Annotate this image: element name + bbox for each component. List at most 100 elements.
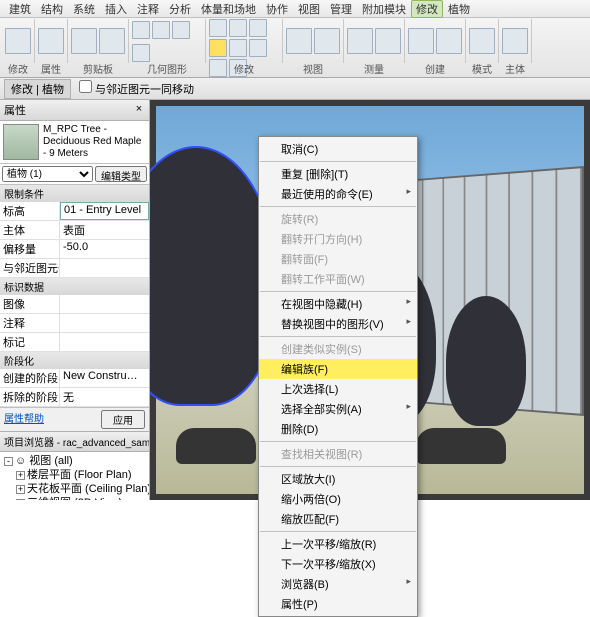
expand-icon[interactable]: +: [16, 471, 25, 480]
expand-icon[interactable]: -: [4, 457, 13, 466]
ribbon-icon[interactable]: [314, 28, 340, 54]
project-browser-tree[interactable]: -☺ 视图 (all)+楼层平面 (Floor Plan)+天花板平面 (Cei…: [0, 452, 149, 500]
expand-icon[interactable]: +: [16, 485, 25, 494]
ribbon-icon[interactable]: [249, 19, 267, 37]
checkbox[interactable]: [79, 80, 92, 93]
ribbon-icon[interactable]: [132, 44, 150, 62]
prop-value[interactable]: 01 - Entry Level: [60, 202, 149, 220]
context-menu-item[interactable]: 编辑族(F): [259, 359, 417, 379]
type-name: M_RPC Tree - Deciduous Red Maple - 9 Met…: [43, 124, 146, 160]
menu-插入[interactable]: 插入: [100, 1, 132, 17]
tree-node[interactable]: +楼层平面 (Floor Plan): [2, 468, 147, 482]
menu-体量和场地[interactable]: 体量和场地: [196, 1, 261, 17]
prop-value[interactable]: [60, 333, 149, 351]
prop-row[interactable]: 注释: [0, 314, 149, 333]
prop-row[interactable]: 图像: [0, 295, 149, 314]
ribbon-icon[interactable]: [5, 28, 31, 54]
ribbon-icon[interactable]: [209, 19, 227, 37]
ribbon-icon[interactable]: [375, 28, 401, 54]
prop-key: 图像: [0, 295, 60, 313]
ribbon-icon[interactable]: [229, 39, 247, 57]
context-menu-item[interactable]: 属性(P): [259, 594, 417, 614]
menu-separator: [260, 441, 416, 442]
prop-value[interactable]: -50.0: [60, 240, 149, 258]
menu-注释[interactable]: 注释: [132, 1, 164, 17]
context-menu-item: 翻转开门方向(H): [259, 229, 417, 249]
tree-node[interactable]: +天花板平面 (Ceiling Plan): [2, 482, 147, 496]
ribbon-icon[interactable]: [209, 39, 227, 57]
apply-button[interactable]: 应用: [101, 410, 145, 429]
context-menu-item[interactable]: 缩放匹配(F): [259, 509, 417, 529]
ribbon-icon[interactable]: [38, 28, 64, 54]
menu-附加模块[interactable]: 附加模块: [357, 1, 411, 17]
ribbon-icon[interactable]: [99, 28, 125, 54]
ribbon-group-视图: 视图: [283, 19, 344, 63]
ribbon-icon[interactable]: [469, 28, 495, 54]
ribbon-icon[interactable]: [132, 21, 150, 39]
ribbon-group-模式: 模式: [466, 19, 499, 63]
prop-group-header[interactable]: 阶段化: [0, 352, 149, 369]
close-icon[interactable]: ×: [133, 104, 145, 116]
ribbon-icon[interactable]: [229, 19, 247, 37]
prop-value[interactable]: [60, 295, 149, 313]
context-menu[interactable]: 取消(C)重复 [删除](T)最近使用的命令(E)旋转(R)翻转开门方向(H)翻…: [258, 136, 418, 617]
prop-group-header[interactable]: 标识数据: [0, 278, 149, 295]
prop-value[interactable]: New Constru…: [60, 369, 149, 387]
tree-node[interactable]: +三维视图 (3D View): [2, 496, 147, 500]
context-menu-item[interactable]: 选择全部实例(A): [259, 399, 417, 419]
properties-help-link[interactable]: 属性帮助: [4, 410, 44, 429]
context-menu-item[interactable]: 上次选择(L): [259, 379, 417, 399]
ribbon-icon[interactable]: [71, 28, 97, 54]
context-menu-item[interactable]: 缩小两倍(O): [259, 489, 417, 509]
context-menu-item[interactable]: 替换视图中的图形(V): [259, 314, 417, 334]
context-menu-item[interactable]: 删除(D): [259, 419, 417, 439]
prop-group-header[interactable]: 限制条件: [0, 185, 149, 202]
project-browser-header: 项目浏览器 - rac_advanced_sample_…: [0, 431, 149, 452]
prop-row[interactable]: 创建的阶段New Constru…: [0, 369, 149, 388]
ribbon-icon[interactable]: [502, 28, 528, 54]
menu-修改[interactable]: 修改: [411, 0, 443, 18]
tree-root[interactable]: -☺ 视图 (all): [2, 454, 147, 468]
ribbon-icon[interactable]: [249, 39, 267, 57]
ribbon-icon[interactable]: [172, 21, 190, 39]
prop-row[interactable]: 与邻近图元一同…: [0, 259, 149, 278]
properties-grid[interactable]: 限制条件标高01 - Entry Level主体表面偏移量-50.0与邻近图元一…: [0, 185, 149, 407]
prop-row[interactable]: 标高01 - Entry Level: [0, 202, 149, 221]
menubar[interactable]: 建筑结构系统插入注释分析体量和场地协作视图管理附加模块修改植物: [0, 0, 590, 18]
context-menu-item[interactable]: 上一次平移/缩放(R): [259, 534, 417, 554]
context-menu-item[interactable]: 最近使用的命令(E): [259, 184, 417, 204]
menu-管理[interactable]: 管理: [325, 1, 357, 17]
move-with-nearby-checkbox[interactable]: 与邻近图元一同移动: [79, 80, 194, 97]
type-selector[interactable]: M_RPC Tree - Deciduous Red Maple - 9 Met…: [0, 121, 149, 164]
menu-协作[interactable]: 协作: [261, 1, 293, 17]
prop-row[interactable]: 偏移量-50.0: [0, 240, 149, 259]
menu-视图[interactable]: 视图: [293, 1, 325, 17]
prop-value[interactable]: 无: [60, 388, 149, 406]
context-menu-item: 查找相关视图(R): [259, 444, 417, 464]
context-menu-item[interactable]: 下一次平移/缩放(X): [259, 554, 417, 574]
prop-value[interactable]: [60, 314, 149, 332]
menu-系统[interactable]: 系统: [68, 1, 100, 17]
prop-row[interactable]: 标记: [0, 333, 149, 352]
context-menu-item[interactable]: 重复 [删除](T): [259, 164, 417, 184]
ribbon-icon[interactable]: [436, 28, 462, 54]
ribbon-icon[interactable]: [347, 28, 373, 54]
context-menu-item[interactable]: 取消(C): [259, 139, 417, 159]
prop-row[interactable]: 拆除的阶段无: [0, 388, 149, 407]
menu-建筑[interactable]: 建筑: [4, 1, 36, 17]
prop-value[interactable]: [60, 259, 149, 277]
menu-结构[interactable]: 结构: [36, 1, 68, 17]
edit-type-button[interactable]: 编辑类型: [95, 166, 147, 182]
tree-element[interactable]: [446, 296, 526, 426]
menu-植物[interactable]: 植物: [443, 1, 475, 17]
ribbon-icon[interactable]: [152, 21, 170, 39]
ribbon-icon[interactable]: [408, 28, 434, 54]
context-menu-item[interactable]: 在视图中隐藏(H): [259, 294, 417, 314]
context-menu-item[interactable]: 区域放大(I): [259, 469, 417, 489]
context-menu-item[interactable]: 浏览器(B): [259, 574, 417, 594]
category-select[interactable]: 植物 (1): [2, 166, 93, 182]
prop-value[interactable]: 表面: [60, 221, 149, 239]
ribbon-icon[interactable]: [286, 28, 312, 54]
prop-row[interactable]: 主体表面: [0, 221, 149, 240]
menu-分析[interactable]: 分析: [164, 1, 196, 17]
